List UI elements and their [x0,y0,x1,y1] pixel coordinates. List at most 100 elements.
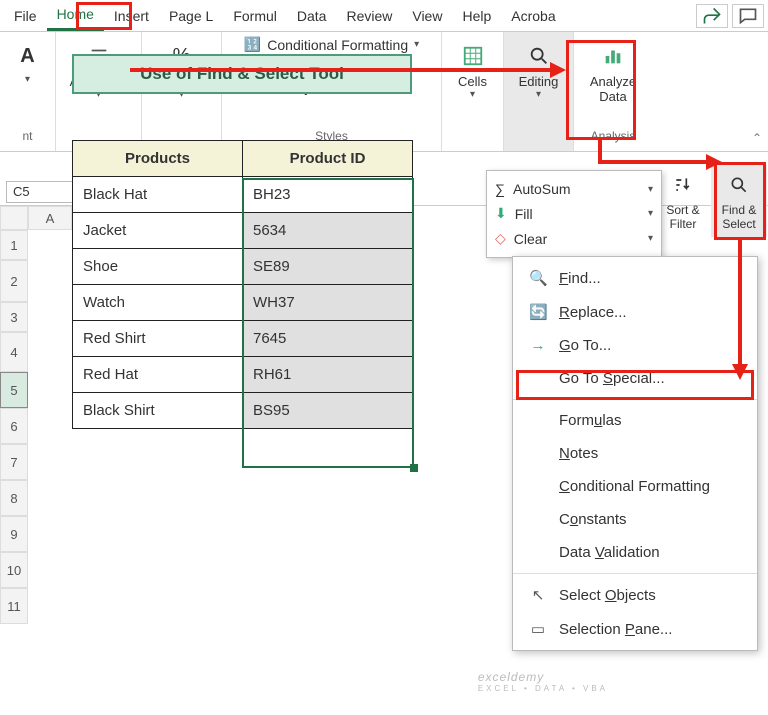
fill-button[interactable]: ⬇Fill▾ [495,201,653,226]
cell-b7[interactable]: Shoe [73,249,243,285]
analyze-data-button[interactable]: Analyze Data [582,36,644,110]
row-header-8[interactable]: 8 [0,480,28,516]
tab-file[interactable]: File [4,2,47,30]
row-header-2[interactable]: 2 [0,260,28,302]
search-icon [525,42,553,70]
row-header-9[interactable]: 9 [0,516,28,552]
font-color-icon: A [14,42,42,70]
tab-data[interactable]: Data [287,2,337,30]
menu-constants[interactable]: Constants [513,503,757,536]
fill-icon: ⬇ [495,205,507,222]
collapse-ribbon-icon[interactable]: ⌃ [752,131,762,145]
menu-select-objects[interactable]: ↖Select Objects [513,578,757,612]
select-all-corner[interactable] [0,206,28,230]
menu-goto-special[interactable]: Go To Special... [513,362,757,395]
replace-icon: 🔄 [529,303,547,321]
conditional-formatting-button[interactable]: 🔢Conditional Formatting ▾ [244,36,419,53]
menu-find[interactable]: 🔍FFind...ind... [513,261,757,295]
tab-view[interactable]: View [402,2,452,30]
row-header-5[interactable]: 5 [0,372,28,408]
row-header-7[interactable]: 7 [0,444,28,480]
autosum-button[interactable]: ∑AutoSum▾ [495,177,653,201]
sort-icon [669,171,697,199]
cells-button[interactable]: Cells ▾ [450,36,495,106]
cell-b8[interactable]: Watch [73,285,243,321]
header-product-id[interactable]: Product ID [243,141,413,177]
group-label-font: nt [22,129,32,147]
menu-data-validation[interactable]: Data Validation [513,536,757,569]
menu-notes[interactable]: Notes [513,437,757,470]
row-header-3[interactable]: 3 [0,302,28,332]
tab-help[interactable]: Help [452,2,501,30]
cell-b9[interactable]: Red Shirt [73,321,243,357]
tab-formulas[interactable]: Formul [223,2,287,30]
cells-icon [459,42,487,70]
analyze-icon [599,42,627,70]
share-button[interactable] [696,4,728,28]
goto-icon: → [529,337,547,354]
row-header-10[interactable]: 10 [0,552,28,588]
group-editing: Editing ▾ [504,32,574,151]
tab-acrobat[interactable]: Acroba [501,2,565,30]
row-header-6[interactable]: 6 [0,408,28,444]
header-products[interactable]: Products [73,141,243,177]
group-label-analysis: Analysis [591,129,636,147]
group-cells: Cells ▾ [442,32,504,151]
editing-button[interactable]: Editing ▾ [511,36,567,106]
menu-cond-fmt[interactable]: Conditional Formatting [513,470,757,503]
group-font: A ▾ nt [0,32,56,151]
cell-c11[interactable]: BS95 [243,393,413,429]
col-header-A[interactable]: A [28,206,72,230]
cell-c6[interactable]: 5634 [243,213,413,249]
fill-label: Fill [515,206,533,222]
watermark-text: exceldemy [478,670,544,684]
watermark: exceldemy EXCEL • DATA • VBA [478,670,608,693]
data-table: Products Product ID Black HatBH23 Jacket… [72,140,413,429]
clear-button[interactable]: ◇Clear▾ [495,226,653,251]
menu-selection-pane[interactable]: ▭Selection Pane... [513,612,757,646]
magnifier-icon [725,171,753,199]
watermark-sub: EXCEL • DATA • VBA [478,684,608,693]
eraser-icon: ◇ [495,230,506,247]
menu-goto[interactable]: →Go To... [513,329,757,362]
cell-b5[interactable]: Black Hat [73,177,243,213]
cond-fmt-label: Conditional Formatting [267,37,408,53]
sort-filter-button[interactable]: Sort & Filter [655,165,711,237]
cell-c10[interactable]: RH61 [243,357,413,393]
menu-formulas[interactable]: Formulas [513,404,757,437]
pointer-icon: ↖ [529,586,547,604]
name-box-value: C5 [13,184,30,199]
row-headers: 1 2 3 4 5 6 7 8 9 10 11 [0,230,28,624]
cell-b6[interactable]: Jacket [73,213,243,249]
find-select-label: Find & Select [719,203,759,231]
cell-c5[interactable]: BH23 [243,177,413,213]
clear-label: Clear [514,231,547,247]
row-header-11[interactable]: 11 [0,588,28,624]
title-cell[interactable]: Use of Find & Select Tool [72,54,412,94]
sort-label: Sort & Filter [663,203,703,231]
row-header-1[interactable]: 1 [0,230,28,260]
font-color-button[interactable]: A ▾ [6,36,50,91]
analyze-label: Analyze Data [590,74,636,104]
tab-home[interactable]: Home [47,0,104,31]
menu-separator-2 [513,573,757,574]
editing-label: Editing [519,74,559,89]
row-header-4[interactable]: 4 [0,332,28,372]
cell-c8[interactable]: WH37 [243,285,413,321]
cond-fmt-icon: 🔢 [244,36,261,53]
find-select-button[interactable]: Find & Select [711,165,767,237]
tab-review[interactable]: Review [336,2,402,30]
menu-separator [513,399,757,400]
tab-page-layout[interactable]: Page L [159,2,223,30]
cell-c7[interactable]: SE89 [243,249,413,285]
cell-b11[interactable]: Black Shirt [73,393,243,429]
menu-replace[interactable]: 🔄Replace... [513,295,757,329]
cell-b10[interactable]: Red Hat [73,357,243,393]
editing-dropdown: ∑AutoSum▾ ⬇Fill▾ ◇Clear▾ Sort & Filter F… [486,170,662,258]
autosum-label: AutoSum [513,181,571,197]
cells-label: Cells [458,74,487,89]
cell-c9[interactable]: 7645 [243,321,413,357]
comments-button[interactable] [732,4,764,28]
tab-insert[interactable]: Insert [104,2,159,30]
find-icon: 🔍 [529,269,547,287]
